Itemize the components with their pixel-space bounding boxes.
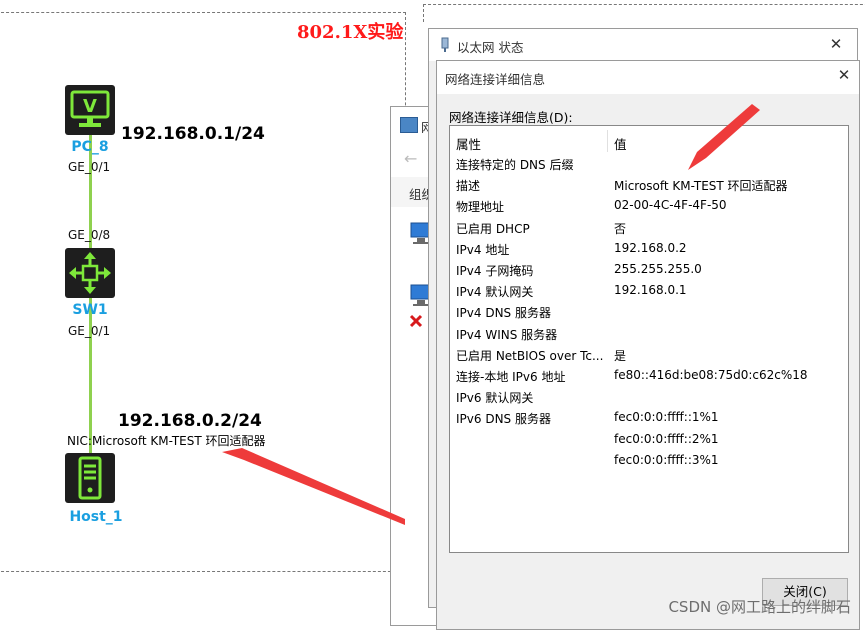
arrow-to-host-nic <box>222 448 405 525</box>
watermark: CSDN @网工路上的绊脚石 <box>668 598 851 616</box>
annotation-arrows <box>222 104 760 525</box>
arrow-to-description <box>688 104 760 170</box>
